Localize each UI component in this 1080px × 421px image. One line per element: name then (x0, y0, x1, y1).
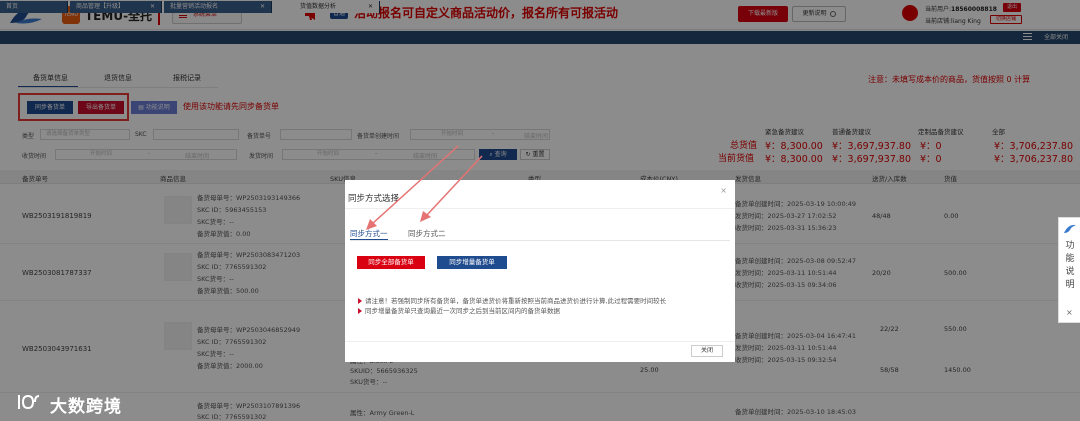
watermark-text: 大数跨境 (50, 397, 122, 417)
dialog-note: 请注意！若强制同步所有备货单，备货单进货价将重新按照当前商品进货价进行计算,此过… (358, 295, 666, 305)
triangle-bullet-icon (358, 308, 362, 314)
sync-method-dialog: 同步方式选择 × 同步方式一 同步方式二 同步全部备货单 同步增量备货单 请注意… (345, 180, 735, 362)
dialog-close-button[interactable]: 关闭 (691, 345, 723, 357)
watermark-logo-icon (18, 394, 40, 410)
dialog-note-text: 同步增量备货单只查询最近一次同步之后到当前区间内的备货单数据 (365, 307, 560, 315)
close-icon[interactable]: × (720, 186, 727, 195)
dialog-tab-active-underline (350, 239, 388, 240)
bird-logo-icon (1064, 224, 1076, 233)
side-help-panel[interactable]: 功 能 说 明 × (1058, 217, 1080, 323)
dialog-footer-divider (345, 341, 735, 342)
dialog-title: 同步方式选择 (348, 194, 400, 204)
dialog-tab-divider (350, 240, 730, 241)
triangle-bullet-icon (358, 298, 362, 304)
tab-sync-method-1[interactable]: 同步方式一 (350, 228, 388, 239)
dialog-divider (345, 208, 735, 209)
side-help-text: 功 能 说 明 (1064, 240, 1076, 292)
side-help-char: 功 (1065, 241, 1075, 251)
tab-sync-method-2[interactable]: 同步方式二 (408, 228, 446, 239)
side-help-char: 明 (1065, 280, 1075, 290)
side-help-char: 说 (1065, 267, 1075, 277)
close-icon[interactable]: × (1066, 308, 1073, 317)
sync-all-button[interactable]: 同步全部备货单 (357, 256, 425, 269)
dialog-note-text: 请注意！若强制同步所有备货单，备货单进货价将重新按照当前商品进货价进行计算,此过… (365, 297, 667, 305)
sync-incremental-button[interactable]: 同步增量备货单 (437, 256, 507, 269)
side-help-char: 能 (1065, 254, 1075, 264)
dialog-note: 同步增量备货单只查询最近一次同步之后到当前区间内的备货单数据 (358, 305, 560, 315)
